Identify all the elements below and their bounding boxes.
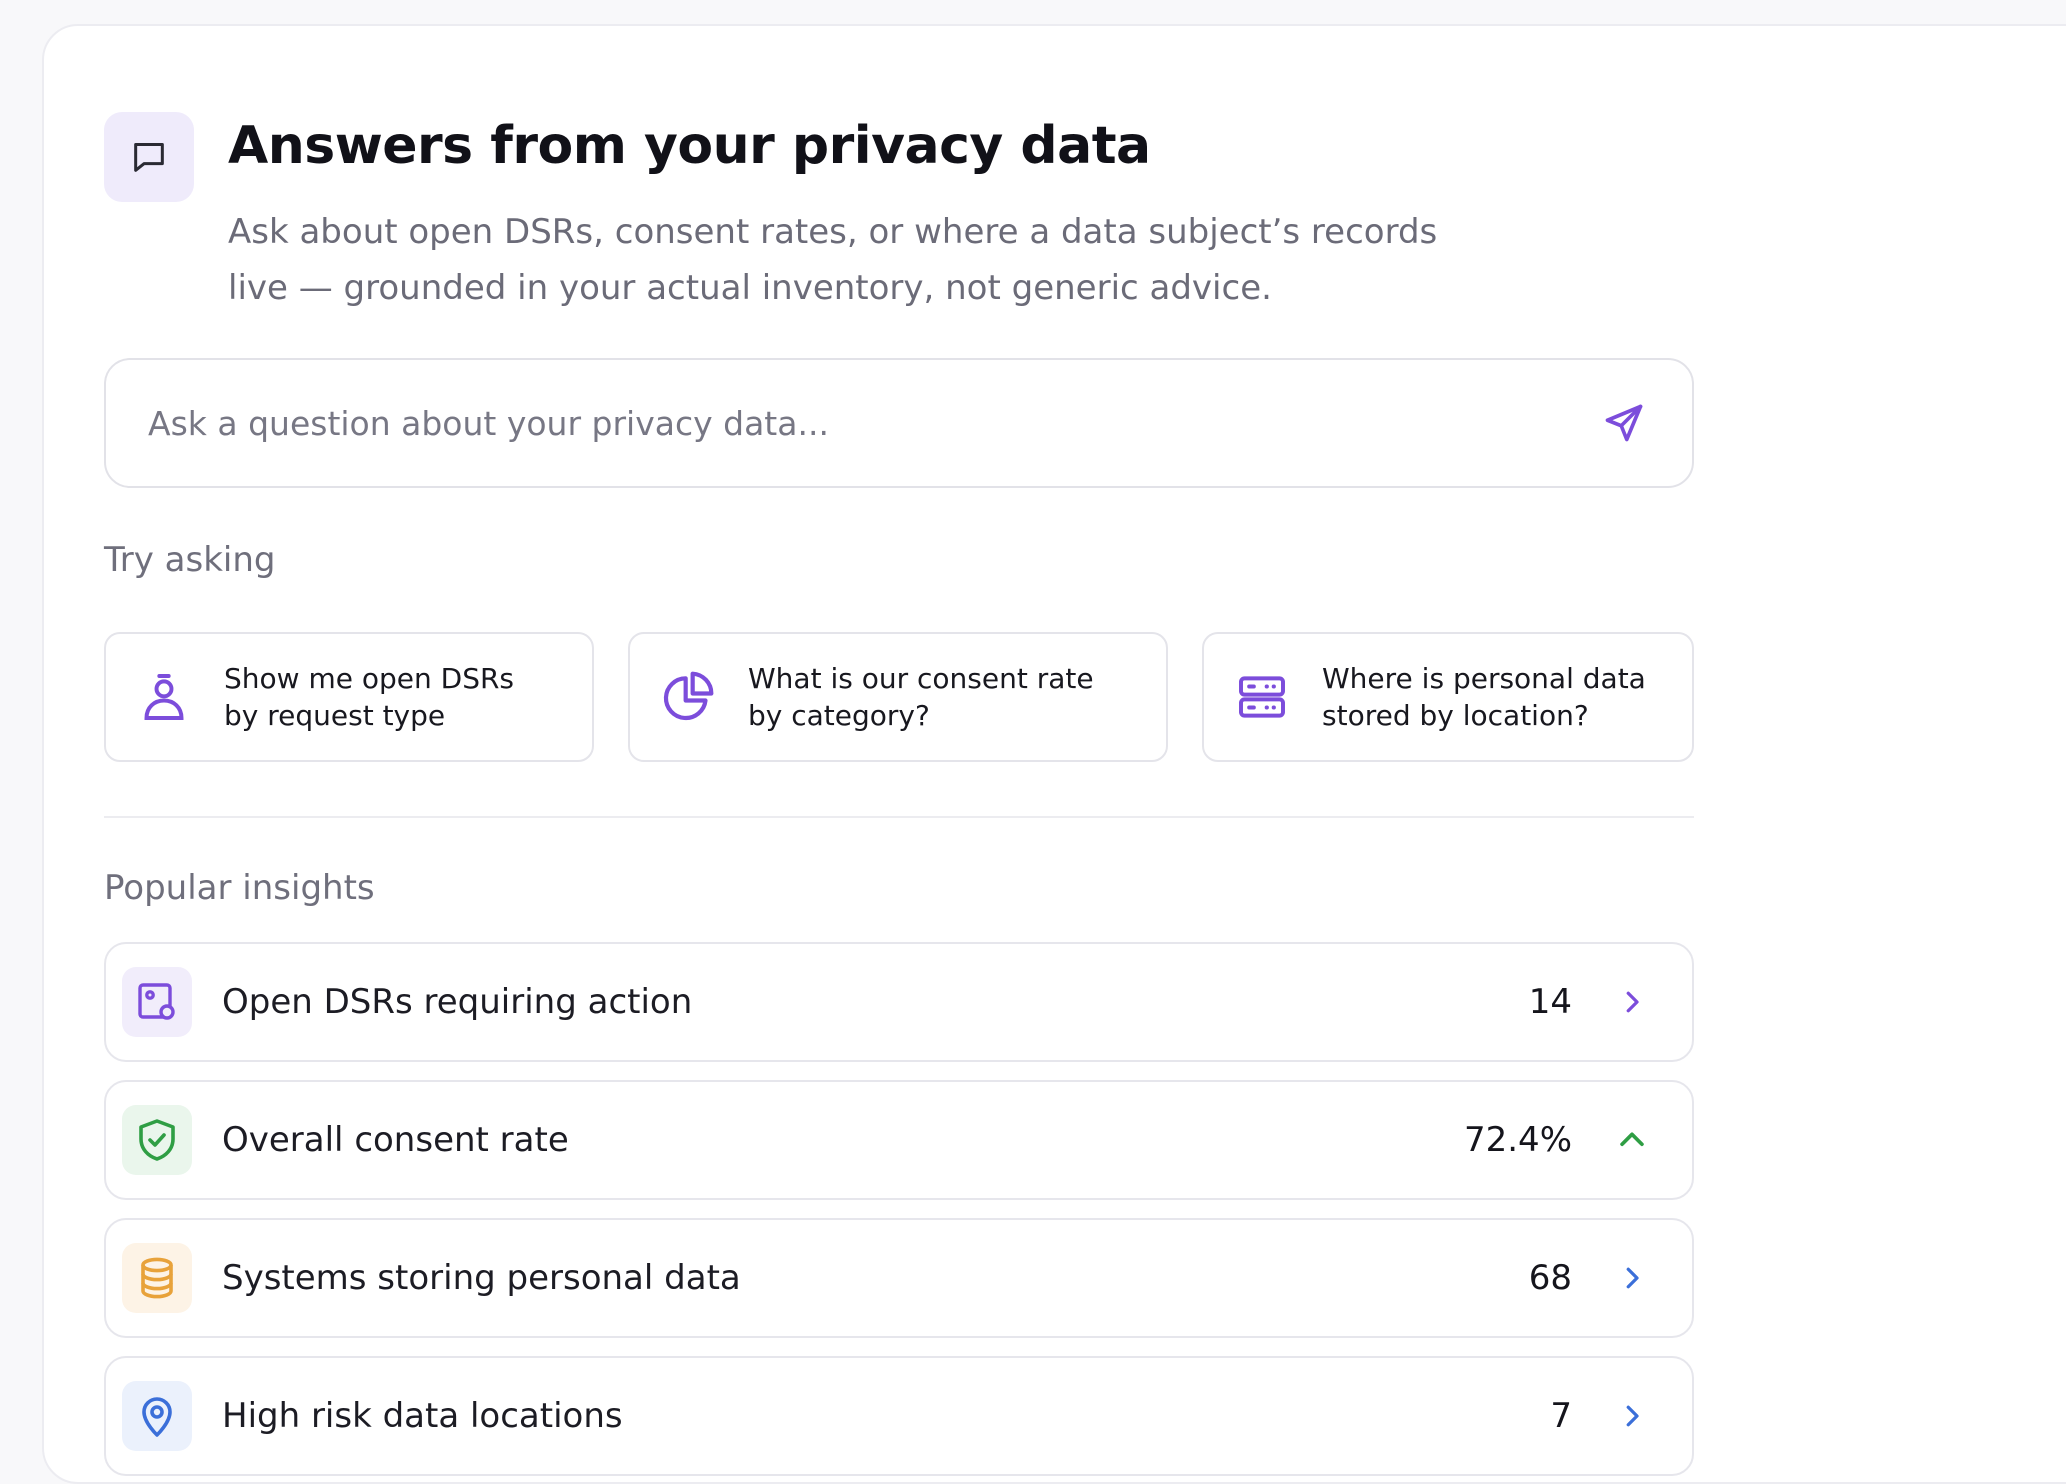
suggestion-text-line: What is our consent rate	[748, 662, 1094, 695]
insight-label: High risk data locations	[222, 1396, 623, 1436]
suggestion-text-line: stored by location?	[1322, 699, 1589, 732]
insight-open-dsrs[interactable]: Open DSRs requiring action 14	[104, 942, 1694, 1062]
suggestion-consent-rate[interactable]: What is our consent rate by category?	[628, 632, 1168, 762]
request-file-icon	[122, 967, 192, 1037]
page-subtitle: Ask about open DSRs, consent rates, or w…	[228, 212, 1438, 308]
suggestion-text-line: Show me open DSRs	[224, 662, 515, 695]
page-title: Answers from your privacy data	[228, 116, 1151, 176]
header: Answers from your privacy data Ask about…	[104, 88, 1694, 328]
suggestion-list: Show me open DSRs by request type What i…	[104, 632, 1694, 762]
send-button[interactable]	[1596, 395, 1652, 451]
suggestion-data-location[interactable]: Where is personal data stored by locatio…	[1202, 632, 1694, 762]
suggestion-text-line: by category?	[748, 699, 930, 732]
pie-chart-icon	[658, 667, 718, 727]
ask-box	[104, 358, 1694, 488]
shield-check-icon	[122, 1105, 192, 1175]
insight-high-risk[interactable]: High risk data locations 7	[104, 1356, 1694, 1476]
insight-label: Systems storing personal data	[222, 1258, 741, 1298]
insight-value: 72.4%	[1463, 1120, 1572, 1160]
insight-value: 68	[1528, 1258, 1572, 1298]
chevron-up-icon	[1612, 1120, 1652, 1160]
question-input[interactable]	[146, 402, 1596, 444]
send-icon	[1605, 404, 1643, 442]
server-icon	[1232, 667, 1292, 727]
suggestion-open-dsrs[interactable]: Show me open DSRs by request type	[104, 632, 594, 762]
insight-systems[interactable]: Systems storing personal data 68	[104, 1218, 1694, 1338]
chevron-right-icon	[1612, 982, 1652, 1022]
insight-label: Open DSRs requiring action	[222, 982, 693, 1022]
chevron-right-icon	[1612, 1396, 1652, 1436]
section-divider	[104, 816, 1694, 818]
suggestion-text-line: by request type	[224, 699, 446, 732]
assistant-content: Answers from your privacy data Ask about…	[104, 88, 1694, 1476]
popular-insights-label: Popular insights	[104, 868, 375, 908]
insight-value: 14	[1528, 982, 1572, 1022]
insight-value: 7	[1550, 1396, 1572, 1436]
suggestion-text-line: Where is personal data	[1322, 662, 1646, 695]
try-asking-label: Try asking	[104, 540, 276, 580]
assistant-card: Answers from your privacy data Ask about…	[42, 24, 2066, 1484]
location-pin-icon	[122, 1381, 192, 1451]
chevron-right-icon	[1612, 1258, 1652, 1298]
insight-consent-rate[interactable]: Overall consent rate 72.4%	[104, 1080, 1694, 1200]
insight-label: Overall consent rate	[222, 1120, 569, 1160]
database-icon	[122, 1243, 192, 1313]
chat-bubble-icon	[104, 112, 194, 202]
person-icon	[134, 667, 194, 727]
